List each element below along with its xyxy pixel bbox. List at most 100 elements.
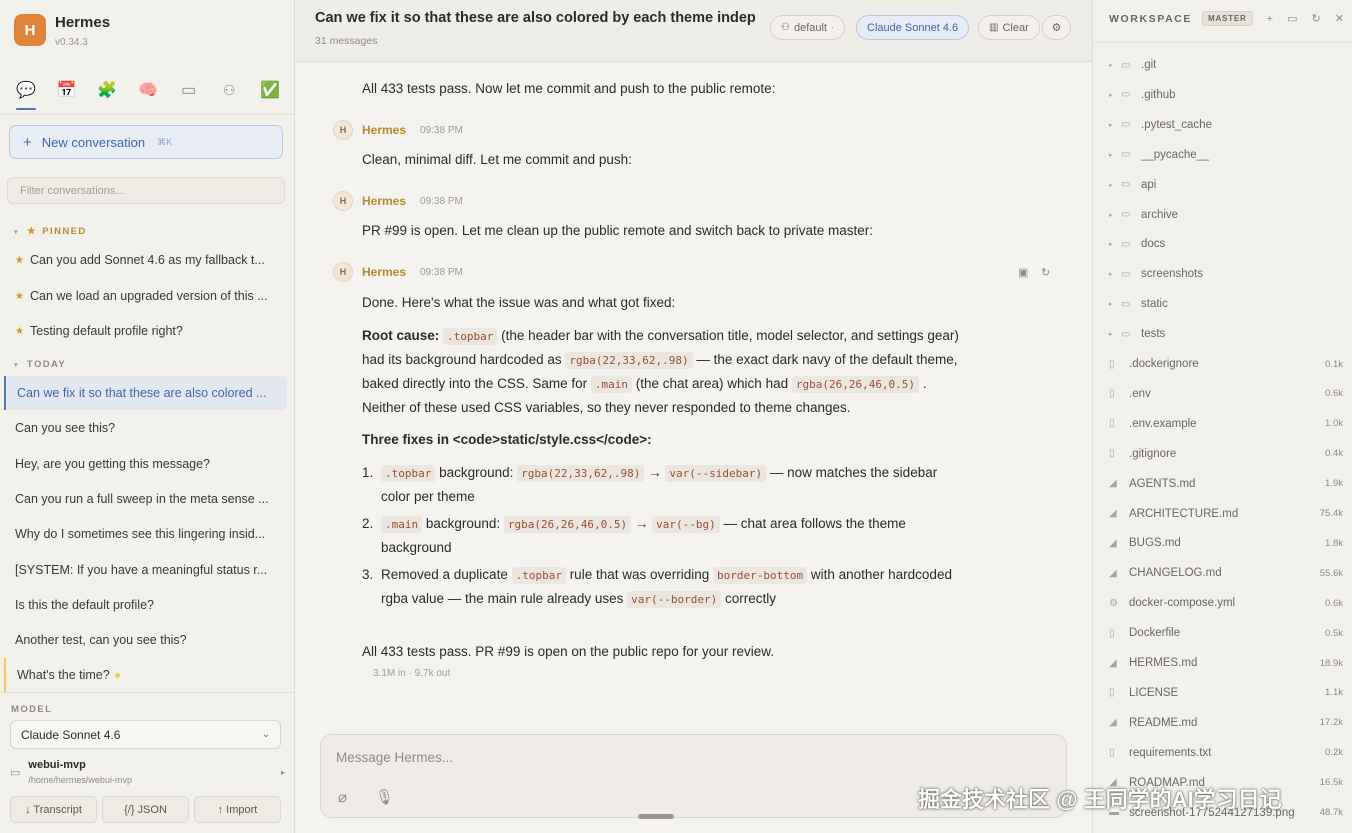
avatar: H <box>333 120 353 140</box>
trash-icon: ▥ <box>989 22 999 33</box>
author-name: Hermes <box>362 194 407 208</box>
import-button[interactable]: ↑ Import <box>194 796 281 823</box>
refresh-icon[interactable]: ↻ <box>1311 12 1320 25</box>
file-item[interactable]: ◢ README.md 17.2k <box>1109 712 1343 734</box>
file-item[interactable]: ▯ .env 0.6k <box>1109 383 1343 405</box>
folder-item[interactable]: ▸ ▭ .pytest_cache <box>1109 114 1343 136</box>
folder-item[interactable]: ▸ ▭ .git <box>1109 54 1343 76</box>
folder-item[interactable]: ▸ ▭ .github <box>1109 84 1343 106</box>
file-item[interactable]: ▯ .gitignore 0.4k <box>1109 443 1343 465</box>
check-icon[interactable]: ✅ <box>258 78 282 102</box>
conversation-item-pinned[interactable]: ★ Can we load an upgraded version of thi… <box>4 279 287 313</box>
profile-selector[interactable]: ⚇ default · <box>770 15 845 40</box>
file-icon: ▯ <box>1109 448 1115 460</box>
folder-icon: ▭ <box>1121 209 1131 220</box>
folder-item[interactable]: ▸ ▭ tests <box>1109 323 1343 345</box>
file-item[interactable]: ◢ AGENTS.md 1.9k <box>1109 473 1343 495</box>
file-item[interactable]: ◢ HERMES.md 18.9k <box>1109 652 1343 674</box>
folder-icon: ▭ <box>1121 328 1131 340</box>
today-section-header[interactable]: ▾ TODAY <box>14 359 66 370</box>
star-icon: ★ <box>15 325 24 337</box>
chat-icon[interactable]: 💬 <box>14 78 38 110</box>
avatar: H <box>333 191 353 211</box>
new-folder-icon[interactable]: ▭ <box>1287 12 1297 25</box>
message-text: PR #99 is open. Let me clean up the publ… <box>362 223 874 238</box>
pinned-section-header[interactable]: ▾ ★ PINNED <box>14 226 87 237</box>
conversation-item-pinned[interactable]: ★ Testing default profile right? <box>4 314 287 348</box>
folder-item[interactable]: ▸ ▭ archive <box>1109 204 1343 226</box>
microphone-icon[interactable]: 🎙 <box>375 788 394 806</box>
settings-gear-icon[interactable]: ⚙ <box>1042 15 1071 40</box>
author-name: Hermes <box>362 265 407 279</box>
json-button[interactable]: {/} JSON <box>102 796 189 823</box>
file-item[interactable]: ◢ CHANGELOG.md 55.6k <box>1109 562 1343 584</box>
divider <box>0 692 295 693</box>
conversation-item-pinned[interactable]: ★ Can you add Sonnet 4.6 as my fallback … <box>4 243 287 277</box>
workspace-path: /home/hermes/webui-mvp <box>28 775 132 785</box>
star-icon: ★ <box>26 226 38 237</box>
folder-item[interactable]: ▸ ▭ static <box>1109 293 1343 315</box>
divider <box>0 114 295 115</box>
conversation-item[interactable]: Hey, are you getting this message? <box>4 447 287 481</box>
conversation-item[interactable]: Can you see this? <box>4 411 287 445</box>
close-icon[interactable]: ✕ <box>1335 12 1344 25</box>
conversation-item[interactable]: Another test, can you see this? <box>4 623 287 657</box>
file-item[interactable]: ▯ .dockerignore 0.1k <box>1109 353 1343 375</box>
transcript-button[interactable]: ↓ Transcript <box>10 796 97 823</box>
chevron-right-icon: ▸ <box>1109 62 1113 69</box>
workspace-name: webui-mvp <box>28 759 86 771</box>
conversation-item[interactable]: Is this the default profile? <box>4 588 287 622</box>
folder-icon[interactable]: ▭ <box>177 78 201 102</box>
file-item[interactable]: ◢ BUGS.md 1.8k <box>1109 532 1343 554</box>
chevron-right-icon: ▸ <box>1109 211 1113 219</box>
file-item[interactable]: ▯ .env.example 1.0k <box>1109 413 1343 435</box>
folder-icon: ▭ <box>10 766 21 779</box>
list-item: 3. Removed a duplicate .topbar rule that… <box>362 567 952 608</box>
file-item[interactable]: ⚙ docker-compose.yml 0.6k <box>1109 592 1343 614</box>
workspace-header: WORKSPACE MASTER + ▭ ↻ ✕ <box>1109 11 1345 26</box>
new-conversation-button[interactable]: + New conversation ⌘K <box>9 125 283 159</box>
file-icon: ▯ <box>1109 418 1115 430</box>
chevron-right-icon: ▸ <box>1109 181 1113 189</box>
paperclip-icon[interactable]: ⌀ <box>338 788 347 806</box>
folder-item[interactable]: ▸ ▭ api <box>1109 174 1343 196</box>
file-item[interactable]: ▯ requirements.txt 0.2k <box>1109 742 1343 764</box>
conversation-item[interactable]: Can you run a full sweep in the meta sen… <box>4 482 287 516</box>
copy-icon[interactable]: ▣ <box>1018 266 1028 279</box>
folder-item[interactable]: ▸ ▭ __pycache__ <box>1109 144 1343 166</box>
app-name: Hermes <box>55 14 111 31</box>
message-input[interactable]: Message Hermes... <box>336 750 453 765</box>
model-select[interactable]: Claude Sonnet 4.6 ⌄ <box>10 720 281 749</box>
resize-handle[interactable] <box>638 814 674 819</box>
regenerate-icon[interactable]: ↻ <box>1041 266 1050 279</box>
conversation-item[interactable]: What's the time? <box>4 658 287 692</box>
timestamp: 09:38 PM <box>420 124 463 136</box>
folder-item[interactable]: ▸ ▭ screenshots <box>1109 263 1343 285</box>
file-item[interactable]: ◢ ARCHITECTURE.md 75.4k <box>1109 503 1343 525</box>
sidebar: H Hermes v0.34.3 💬 📅 🧩 🧠 ▭ ⚇ ✅ + New con… <box>0 0 295 833</box>
model-selector[interactable]: Claude Sonnet 4.6 <box>856 15 970 40</box>
chevron-right-icon: ▸ <box>1109 91 1113 99</box>
message-text: All 433 tests pass. Now let me commit an… <box>362 81 776 96</box>
folder-icon: ▭ <box>1121 59 1131 71</box>
file-item[interactable]: ▯ Dockerfile 0.5k <box>1109 622 1343 644</box>
conversation-item-active[interactable]: Can we fix it so that these are also col… <box>4 376 287 410</box>
workspace-selector[interactable]: ▭ webui-mvp /home/hermes/webui-mvp ▸ <box>10 755 285 789</box>
gear-icon: ⚙ <box>1109 597 1118 609</box>
calendar-icon[interactable]: 📅 <box>55 78 79 102</box>
person-icon[interactable]: ⚇ <box>217 78 241 102</box>
new-file-icon[interactable]: + <box>1267 13 1273 25</box>
puzzle-icon[interactable]: 🧩 <box>95 78 119 102</box>
folder-item[interactable]: ▸ ▭ docs <box>1109 233 1343 255</box>
filter-input[interactable]: Filter conversations... <box>7 177 285 204</box>
conversation-item[interactable]: [SYSTEM: If you have a meaningful status… <box>4 553 287 587</box>
brain-icon[interactable]: 🧠 <box>136 78 160 102</box>
fixes-heading: Three fixes in <code>static/style.css</c… <box>362 432 652 447</box>
new-conversation-label: New conversation <box>41 134 146 150</box>
streaming-indicator <box>114 672 120 678</box>
folder-icon: ▭ <box>1121 238 1131 250</box>
clear-button[interactable]: ▥ Clear <box>978 15 1040 40</box>
watermark: 掘金技术社区 @ 王同学的AI学习日记 <box>918 787 1282 812</box>
conversation-item[interactable]: Why do I sometimes see this lingering in… <box>4 517 287 551</box>
file-item[interactable]: ▯ LICENSE 1.1k <box>1109 682 1343 704</box>
